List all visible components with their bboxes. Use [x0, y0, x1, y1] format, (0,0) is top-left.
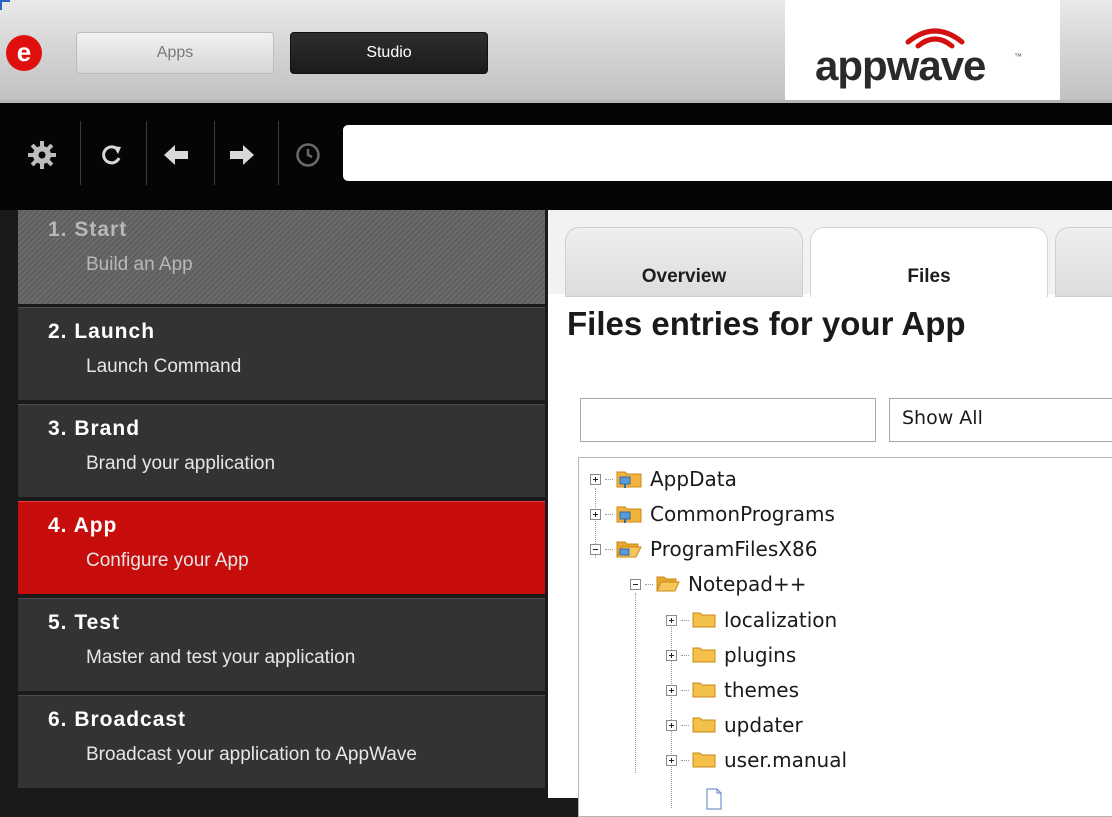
step-title: 3. Brand [48, 417, 141, 440]
studio-tab[interactable]: Studio [290, 32, 488, 74]
folder-network-open-icon [616, 541, 642, 558]
folder-icon [692, 717, 716, 733]
step-title: 5. Test [48, 611, 120, 634]
apps-tab[interactable]: Apps [76, 32, 274, 74]
tree-node-label: ProgramFilesX86 [650, 537, 818, 561]
trademark-mark: ™ [1014, 52, 1022, 61]
step-subtitle: Configure your App [86, 550, 249, 571]
step-title: 6. Broadcast [48, 708, 187, 731]
expand-toggle[interactable] [590, 508, 601, 520]
toolbar [0, 100, 1112, 210]
step-launch[interactable]: 2. Launch Launch Command [18, 307, 545, 400]
tree-node[interactable]: user.manual [666, 745, 847, 775]
expand-toggle[interactable] [666, 614, 677, 626]
file-tree: AppData CommonPrograms ProgramFilesX86 N… [578, 457, 1112, 817]
address-input[interactable] [343, 125, 1112, 181]
step-start[interactable]: 1. Start Build an App [18, 210, 545, 304]
filter-input[interactable] [580, 398, 876, 442]
settings-button[interactable] [24, 129, 60, 181]
tree-node[interactable]: ProgramFilesX86 [590, 534, 817, 564]
folder-network-icon [616, 506, 642, 523]
history-clock-icon [296, 143, 320, 167]
step-app[interactable]: 4. App Configure your App [18, 501, 545, 594]
expand-toggle[interactable] [666, 719, 677, 731]
folder-icon [692, 682, 716, 698]
step-subtitle: Launch Command [86, 356, 242, 377]
collapse-toggle[interactable] [630, 578, 641, 590]
show-filter-select[interactable]: Show All [889, 398, 1112, 442]
tab-files[interactable]: Files [810, 227, 1048, 297]
step-title: 1. Start [48, 218, 128, 241]
tree-node-label: user.manual [724, 748, 848, 772]
tree-node[interactable]: themes [666, 675, 799, 705]
expand-toggle[interactable] [666, 684, 677, 696]
refresh-icon [102, 145, 121, 165]
tree-node[interactable]: plugins [666, 640, 796, 670]
tree-node-label: plugins [724, 643, 797, 667]
step-title: 4. App [48, 514, 118, 537]
forward-arrow-icon [230, 145, 254, 165]
top-bar: e Apps Studio appwave ™ [0, 0, 1112, 100]
tab-next[interactable] [1055, 227, 1112, 297]
step-subtitle: Build an App [86, 254, 193, 275]
svg-text:e: e [17, 39, 31, 67]
tree-node[interactable]: localization [666, 605, 837, 635]
expand-toggle[interactable] [590, 473, 601, 485]
step-test[interactable]: 5. Test Master and test your application [18, 598, 545, 691]
step-subtitle: Broadcast your application to AppWave [86, 744, 417, 765]
step-subtitle: Brand your application [86, 453, 276, 474]
tree-node-label: AppData [650, 467, 737, 491]
folder-open-icon [656, 576, 680, 592]
expand-toggle[interactable] [666, 754, 677, 766]
forward-button[interactable] [224, 129, 260, 181]
wizard-steps-sidebar: 1. Start Build an App 2. Launch Launch C… [0, 210, 548, 798]
folder-icon [692, 647, 716, 663]
tree-node-label: themes [724, 678, 800, 702]
folder-icon [692, 612, 716, 628]
embarcadero-logo[interactable]: e [6, 35, 42, 71]
step-subtitle: Master and test your application [86, 647, 356, 668]
file-icon [706, 788, 722, 810]
gear-icon [28, 141, 56, 169]
appwave-logo-text: appwave [815, 42, 986, 89]
tree-node-label: updater [724, 713, 803, 737]
tab-strip: Overview Files [548, 210, 1112, 297]
tab-overview[interactable]: Overview [565, 227, 803, 297]
collapse-toggle[interactable] [590, 543, 601, 555]
refresh-button[interactable] [94, 129, 130, 181]
tree-node-partial[interactable] [705, 784, 723, 814]
e-logo-icon: e [17, 39, 31, 67]
step-broadcast[interactable]: 6. Broadcast Broadcast your application … [18, 695, 545, 788]
back-arrow-icon [164, 145, 188, 165]
tree-node[interactable]: AppData [590, 464, 737, 494]
main-panel: Overview Files Files entries for your Ap… [548, 210, 1112, 817]
step-title: 2. Launch [48, 320, 156, 343]
window-corner-mark [0, 0, 10, 10]
tree-node-label: Notepad++ [688, 572, 807, 596]
expand-toggle[interactable] [666, 649, 677, 661]
folder-icon [692, 752, 716, 768]
page-title: Files entries for your App [567, 305, 966, 342]
step-brand[interactable]: 3. Brand Brand your application [18, 404, 545, 497]
history-button[interactable] [290, 129, 326, 181]
tree-node[interactable]: updater [666, 710, 803, 740]
tree-node[interactable]: Notepad++ [630, 569, 807, 599]
back-button[interactable] [158, 129, 194, 181]
tree-node[interactable]: CommonPrograms [590, 499, 835, 529]
tree-node-label: localization [724, 608, 838, 632]
folder-network-icon [616, 471, 642, 488]
tree-node-label: CommonPrograms [650, 502, 835, 526]
